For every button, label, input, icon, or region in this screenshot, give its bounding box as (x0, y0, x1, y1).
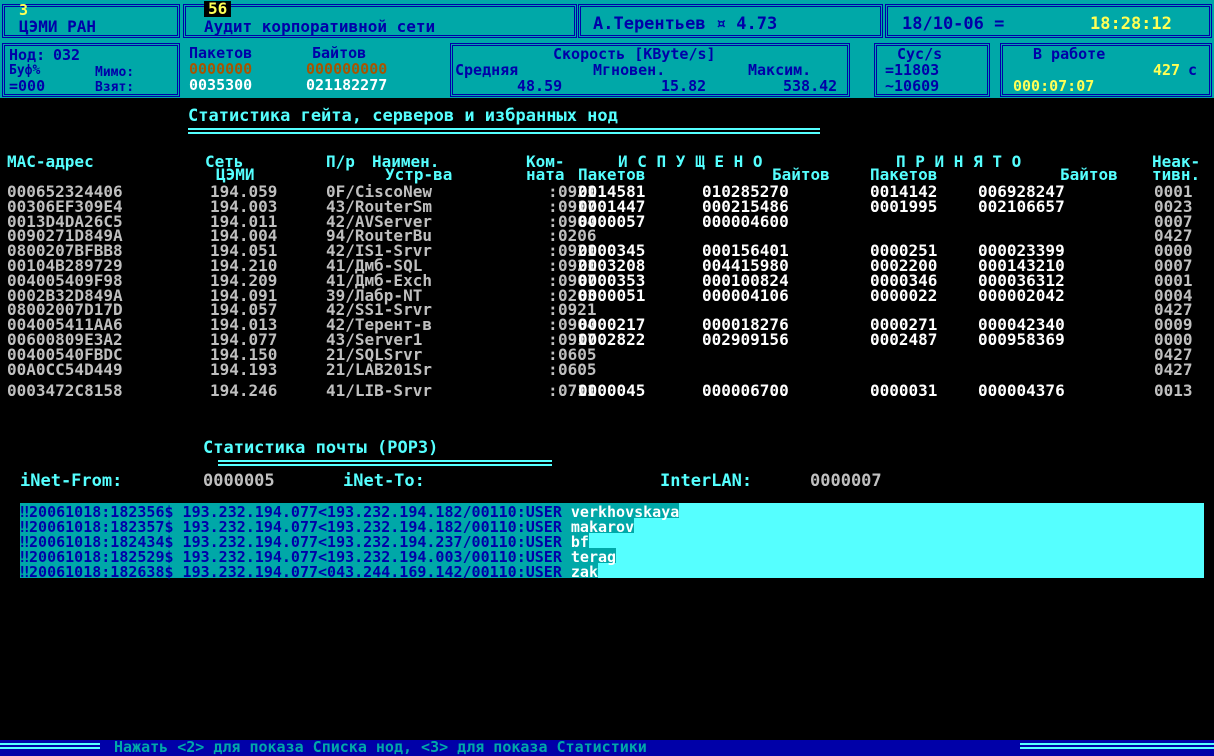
sys-box: Сус/s =11803 ~10609 (874, 43, 990, 97)
user-name: А.Терентьев ¤ 4.73 (593, 14, 778, 34)
gate-cell-rb: 000958369 (978, 330, 1065, 349)
col-mac: MAC-адрес (7, 152, 94, 171)
gate-cell-rp: 0000022 (870, 285, 938, 305)
gate-cell-sb: 002909156 (702, 330, 789, 349)
gate-stats-title: Статистика гейта, серверов и избранных н… (188, 106, 618, 126)
vzyat-packets: 0035300 (189, 76, 253, 94)
node-box: Нод: 032 Буф% =000 Мимо: Взят: (2, 43, 180, 97)
uptime-time: 000:07:07 (1013, 77, 1095, 95)
speed-label: Скорость [KByte/s] (553, 45, 716, 63)
org-name: ЦЭМИ РАН (19, 17, 97, 36)
mimo-label: Мимо: (95, 65, 135, 80)
date-value: 18/10-06 = (902, 14, 1005, 34)
max-speed-value: 538.42 (783, 77, 838, 95)
avg-speed-value: 48.59 (517, 77, 563, 95)
gate-cell-rb: 000002042 (978, 285, 1065, 305)
uptime-label: В работе (1033, 45, 1106, 63)
audit-box: 56 Аудит корпоративной сети (183, 1, 577, 38)
log-entry-user: zak (570, 563, 598, 581)
log-entry[interactable]: ‼20061018:182638$ 193.232.194.077<043.24… (20, 563, 598, 581)
node-label: Нод: (9, 46, 46, 64)
vzyat-bytes: 021182277 (306, 76, 388, 94)
buffer-value: =000 (9, 77, 46, 95)
gate-cell-net: 194.193 (210, 359, 278, 379)
uptime-box: В работе 427 с 000:07:07 (1000, 43, 1212, 97)
col-pr: П/р (326, 152, 355, 171)
gate-cell-name: 21/LAB201Sr (326, 359, 432, 379)
gate-cell-name: 41/LIB-Srvr (326, 381, 432, 400)
col-sent-packets: Пакетов (578, 165, 646, 184)
gate-cell-mac: 0003472C8158 (7, 381, 123, 400)
gate-cell-mac: 00A0CC54D449 (7, 359, 123, 379)
mail-stats-title: Статистика почты (POP3) (203, 438, 439, 458)
inst-speed-value: 15.82 (661, 77, 707, 95)
audit-title: Аудит корпоративной сети (204, 17, 436, 36)
status-bar-line-right (1020, 743, 1214, 749)
org-box: 3 ЦЭМИ РАН (2, 1, 180, 38)
col-room-sub: ната (526, 165, 565, 184)
org-number: 3 (19, 1, 29, 19)
inet-from-value: 0000005 (203, 471, 275, 491)
gate-cell-sb: 000006700 (702, 381, 789, 400)
uptime-days-unit: с (1188, 61, 1198, 79)
sys-label: Сус/s (897, 45, 943, 63)
node-count: 032 (53, 46, 81, 64)
log-entry[interactable]: ‼20061018:182434$ 193.232.194.077<193.23… (20, 533, 589, 551)
audit-number: 56 (204, 1, 232, 17)
log-entry[interactable]: ‼20061018:182357$ 193.232.194.077<193.23… (20, 518, 635, 536)
clock-time: 18:28:12 (1090, 14, 1172, 34)
col-recv-packets: Пакетов (870, 165, 938, 184)
buffer-label: Буф% (9, 63, 41, 78)
gate-cell-rb: 000004376 (978, 381, 1065, 400)
sys-value-avg: ~10609 (885, 77, 940, 95)
gate-cell-rp: 0002487 (870, 330, 938, 349)
speed-box: Скорость [KByte/s] Средняя Мгновен. Макс… (450, 43, 850, 97)
gate-cell-room: 0605 (558, 359, 597, 379)
gate-title-underline (188, 128, 820, 134)
mimo-packets: 0000000 (189, 60, 253, 78)
log-entry-text: ‼20061018:182638$ 193.232.194.077<043.24… (20, 563, 571, 581)
gate-cell-rb: 002106657 (978, 196, 1065, 216)
log-entry[interactable]: ‼20061018:182529$ 193.232.194.077<193.23… (20, 548, 617, 566)
col-name-sub: Устр-ва (385, 165, 453, 184)
col-inactive-sub: тивн. (1152, 165, 1201, 184)
sys-value-current: =11803 (885, 61, 940, 79)
log-entry[interactable]: ‼20061018:182356$ 193.232.194.077<193.23… (20, 503, 680, 521)
inst-speed-label: Мгновен. (593, 61, 666, 79)
gate-cell-rp: 0001995 (870, 196, 938, 216)
vzyat-label: Взят: (95, 80, 135, 95)
status-bar-line-left (0, 743, 100, 749)
col-net-sub: ЦЭМИ (216, 165, 255, 184)
max-speed-label: Максим. (748, 61, 812, 79)
avg-speed-label: Средняя (455, 61, 519, 79)
mail-title-underline (218, 460, 552, 466)
gate-cell-sp: 0000045 (578, 381, 646, 400)
datetime-box: 18/10-06 = 18:28:12 (885, 4, 1212, 38)
mail-log-list[interactable]: ‼20061018:182356$ 193.232.194.077<193.23… (20, 503, 1204, 581)
col-recv-bytes: Байтов (1060, 165, 1118, 184)
inet-from-label: iNet-From: (20, 471, 123, 491)
gate-cell-sb: 000004106 (702, 285, 789, 305)
col-sent-bytes: Байтов (772, 165, 830, 184)
mimo-bytes: 000000000 (306, 60, 388, 78)
gate-cell-rp: 0000031 (870, 381, 938, 400)
status-bar: Нажать <2> для показа Списка нод, <3> дл… (0, 740, 1214, 756)
packets-header: Пакетов (189, 44, 253, 62)
user-box: А.Терентьев ¤ 4.73 (578, 4, 883, 38)
gate-room-separator: : (548, 359, 558, 379)
gate-cell-sb: 000004600 (702, 211, 789, 231)
gate-cell-ina: 0427 (1154, 359, 1193, 379)
uptime-days: 427 (1153, 61, 1181, 79)
interlan-value: 0000007 (810, 471, 882, 491)
gate-cell-net: 194.246 (210, 381, 278, 400)
interlan-label: InterLAN: (660, 471, 753, 491)
footer-hint: Нажать <2> для показа Списка нод, <3> дл… (114, 738, 647, 756)
gate-room-separator: : (548, 381, 558, 400)
gate-cell-ina: 0013 (1154, 381, 1193, 400)
inet-to-label: iNet-To: (343, 471, 425, 491)
bytes-header: Байтов (312, 44, 367, 62)
